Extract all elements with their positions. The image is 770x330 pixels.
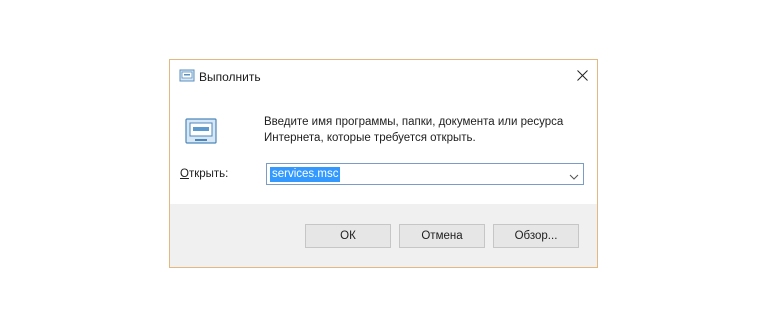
dialog-body: Введите имя программы, папки, документа …	[170, 93, 597, 204]
open-input[interactable]: services.msc	[270, 167, 341, 182]
open-label-text: ткрыть:	[188, 168, 229, 180]
ok-button[interactable]: ОК	[305, 224, 391, 248]
open-combobox[interactable]: services.msc	[266, 163, 584, 185]
cancel-button[interactable]: Отмена	[399, 224, 485, 248]
run-dialog: Выполнить Введите имя программы, папки, …	[169, 59, 598, 268]
close-icon	[576, 68, 588, 86]
window-title: Выполнить	[199, 70, 261, 84]
open-label: Открыть:	[180, 166, 228, 182]
dialog-description: Введите имя программы, папки, документа …	[264, 116, 564, 144]
run-icon	[185, 118, 217, 146]
close-button[interactable]	[567, 60, 597, 93]
run-icon	[179, 69, 195, 83]
browse-button[interactable]: Обзор...	[493, 224, 579, 248]
title-bar[interactable]: Выполнить	[170, 60, 597, 93]
open-label-accelerator: О	[180, 168, 189, 180]
chevron-down-icon[interactable]	[569, 169, 579, 180]
screen: Выполнить Введите имя программы, папки, …	[0, 0, 770, 330]
